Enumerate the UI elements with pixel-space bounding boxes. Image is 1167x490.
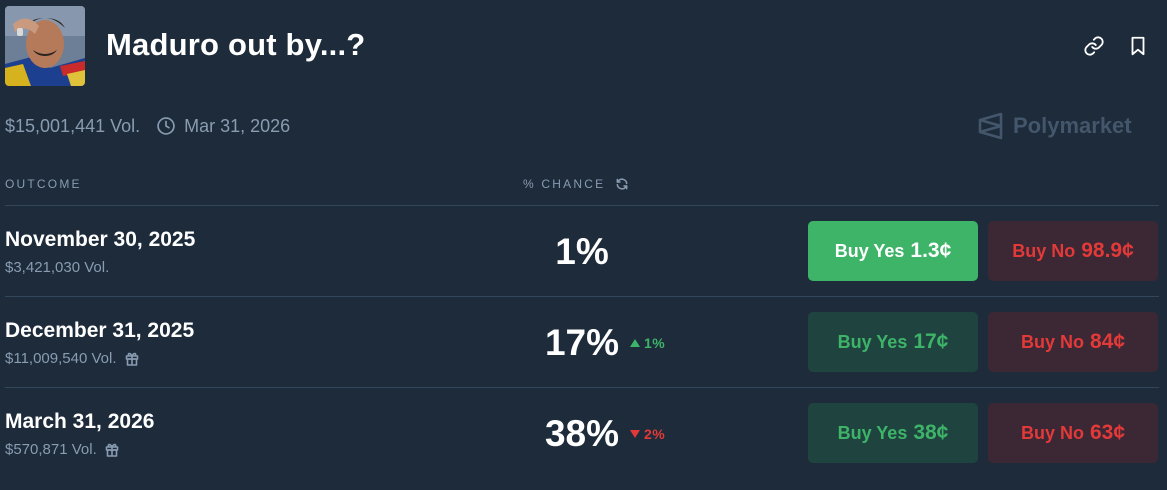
outcome-volume: $570,871 Vol. — [5, 441, 119, 458]
buy-yes-button[interactable]: Buy Yes 17¢ — [808, 312, 978, 372]
outcome-volume: $11,009,540 Vol. — [5, 350, 139, 367]
buy-yes-label: Buy Yes — [837, 422, 908, 443]
market-end-date: Mar 31, 2026 — [184, 115, 291, 136]
outcome-volume-text: $570,871 Vol. — [5, 441, 97, 458]
buy-no-label: Buy No — [1020, 422, 1084, 443]
chance-column-label: % CHANCE — [523, 177, 606, 191]
outcome-chance: 38% — [544, 413, 620, 454]
outcome-chance: 17% — [544, 322, 620, 363]
outcome-chance: 1% — [555, 231, 609, 272]
market-meta: $15,001,441 Vol. Mar 31, 2026 — [5, 115, 290, 137]
buy-no-price: 84¢ — [1089, 330, 1126, 353]
triangle-down-icon — [630, 430, 640, 438]
chance-delta-up: 1% — [630, 335, 665, 351]
buy-no-button[interactable]: Buy No 98.9¢ — [988, 221, 1158, 281]
outcome-volume-text: $11,009,540 Vol. — [5, 350, 117, 367]
outcome-date: November 30, 2025 — [5, 228, 196, 251]
buy-yes-button[interactable]: Buy Yes 38¢ — [808, 403, 978, 463]
bookmark-icon[interactable] — [1126, 34, 1150, 58]
market-volume: $15,001,441 Vol. — [5, 115, 141, 136]
buy-yes-button[interactable]: Buy Yes 1.3¢ — [808, 221, 978, 281]
outcome-volume: $3,421,030 Vol. — [5, 259, 109, 276]
chance-delta-value: 1% — [644, 335, 666, 351]
refresh-icon[interactable] — [615, 177, 629, 191]
outcome-date: March 31, 2026 — [5, 410, 155, 433]
gift-icon[interactable] — [105, 442, 119, 457]
brand-name: Polymarket — [1013, 113, 1132, 138]
triangle-up-icon — [630, 339, 640, 347]
buy-no-label: Buy No — [1020, 331, 1084, 352]
link-icon[interactable] — [1082, 34, 1106, 58]
polymarket-logo-icon — [978, 112, 1004, 140]
buy-no-price: 63¢ — [1089, 421, 1126, 444]
buy-no-button[interactable]: Buy No 63¢ — [988, 403, 1158, 463]
buy-yes-label: Buy Yes — [834, 240, 905, 261]
outcome-volume-text: $3,421,030 Vol. — [5, 259, 110, 276]
polymarket-brand[interactable]: Polymarket — [978, 112, 1132, 140]
market-thumbnail — [5, 6, 85, 86]
outcome-row[interactable]: December 31, 2025 $11,009,540 Vol. 17% 1… — [0, 297, 1167, 387]
outcome-column-header: OUTCOME — [5, 177, 82, 191]
clock-icon — [156, 116, 176, 136]
market-title: Maduro out by...? — [106, 27, 366, 62]
outcome-row[interactable]: November 30, 2025 $3,421,030 Vol. 1% Buy… — [0, 206, 1167, 296]
buy-no-button[interactable]: Buy No 84¢ — [988, 312, 1158, 372]
chance-column-header: % CHANCE — [523, 177, 629, 191]
outcome-row[interactable]: March 31, 2026 $570,871 Vol. 38% 2% Buy … — [0, 388, 1167, 478]
buy-yes-price: 38¢ — [913, 421, 949, 444]
buy-no-price: 98.9¢ — [1081, 239, 1134, 262]
outcome-date: December 31, 2025 — [5, 319, 195, 342]
chance-delta-down: 2% — [630, 426, 665, 442]
gift-icon[interactable] — [125, 351, 139, 366]
buy-no-label: Buy No — [1012, 240, 1076, 261]
chance-delta-value: 2% — [644, 426, 666, 442]
buy-yes-label: Buy Yes — [837, 331, 908, 352]
buy-yes-price: 17¢ — [913, 330, 949, 353]
buy-yes-price: 1.3¢ — [910, 239, 952, 262]
